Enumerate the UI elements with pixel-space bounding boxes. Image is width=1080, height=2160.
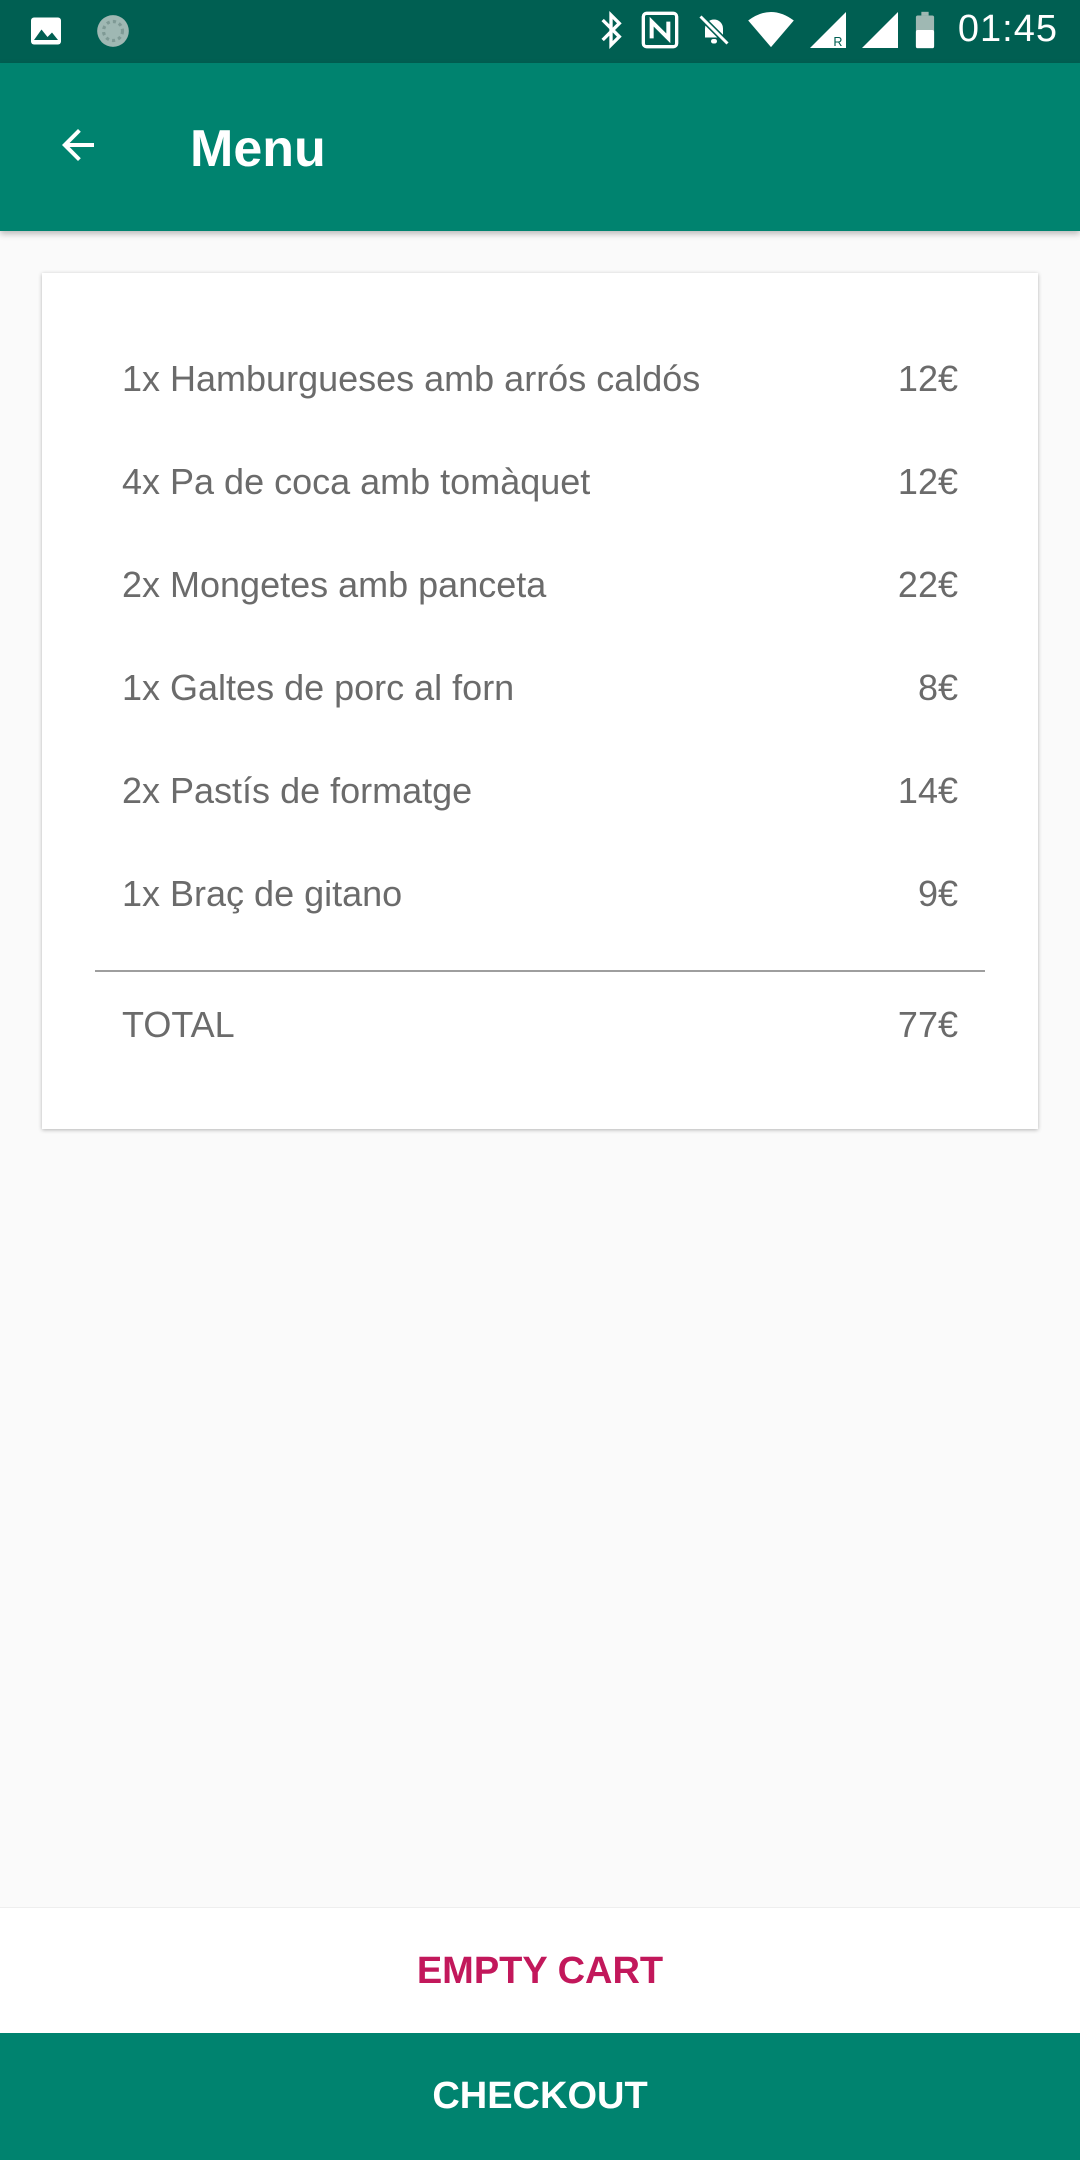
svg-text:R: R (833, 35, 842, 48)
app-bar: Menu (0, 63, 1080, 231)
wifi-icon (748, 11, 794, 49)
order-item: 1x Galtes de porc al forn 8€ (122, 658, 958, 718)
order-item-price: 12€ (897, 358, 958, 399)
order-item-price: 22€ (897, 564, 958, 605)
order-item-name: 4x Pa de coca amb tomàquet (122, 461, 591, 502)
order-item-name: 2x Pastís de formatge (122, 770, 473, 811)
total-value: 77€ (897, 1004, 958, 1045)
nfc-icon (640, 10, 680, 50)
total-row: TOTAL 77€ (122, 995, 958, 1055)
order-item-name: 1x Braç de gitano (122, 873, 403, 914)
arrow-back-icon (54, 121, 102, 174)
order-item: 2x Mongetes amb panceta 22€ (122, 555, 958, 615)
total-label: TOTAL (122, 1004, 235, 1045)
order-item: 1x Braç de gitano 9€ (122, 864, 958, 924)
order-item-name: 1x Galtes de porc al forn (122, 667, 515, 708)
total-divider (95, 970, 985, 972)
signal-icon (861, 11, 898, 48)
status-time: 01:45 (957, 8, 1058, 50)
bluetooth-icon (598, 10, 624, 50)
order-item-price: 9€ (917, 873, 958, 914)
checkout-button[interactable]: CHECKOUT (0, 2033, 1080, 2160)
order-item-price: 12€ (897, 461, 958, 502)
order-item-price: 14€ (897, 770, 958, 811)
page-title: Menu (190, 120, 326, 178)
order-item: 2x Pastís de formatge 14€ (122, 761, 958, 821)
image-icon (28, 13, 64, 49)
status-bar: R 01:45 (0, 0, 1080, 63)
order-item-price: 8€ (917, 667, 958, 708)
order-item-name: 2x Mongetes amb panceta (122, 564, 547, 605)
status-left-icons (28, 12, 132, 50)
back-button[interactable] (30, 99, 126, 195)
status-right-icons: R 01:45 (598, 8, 1058, 51)
empty-cart-button[interactable]: EMPTY CART (0, 1907, 1080, 2034)
signal-icon: R (809, 11, 846, 48)
battery-icon (914, 10, 936, 50)
notifications-off-icon (696, 10, 732, 50)
order-item: 1x Hamburgueses amb arrós caldós 12€ (122, 349, 958, 409)
order-item-name: 1x Hamburgueses amb arrós caldós (122, 358, 701, 399)
order-item: 4x Pa de coca amb tomàquet 12€ (122, 452, 958, 512)
sync-icon (94, 12, 132, 50)
order-summary-card: 1x Hamburgueses amb arrós caldós 12€ 4x … (42, 273, 1038, 1129)
